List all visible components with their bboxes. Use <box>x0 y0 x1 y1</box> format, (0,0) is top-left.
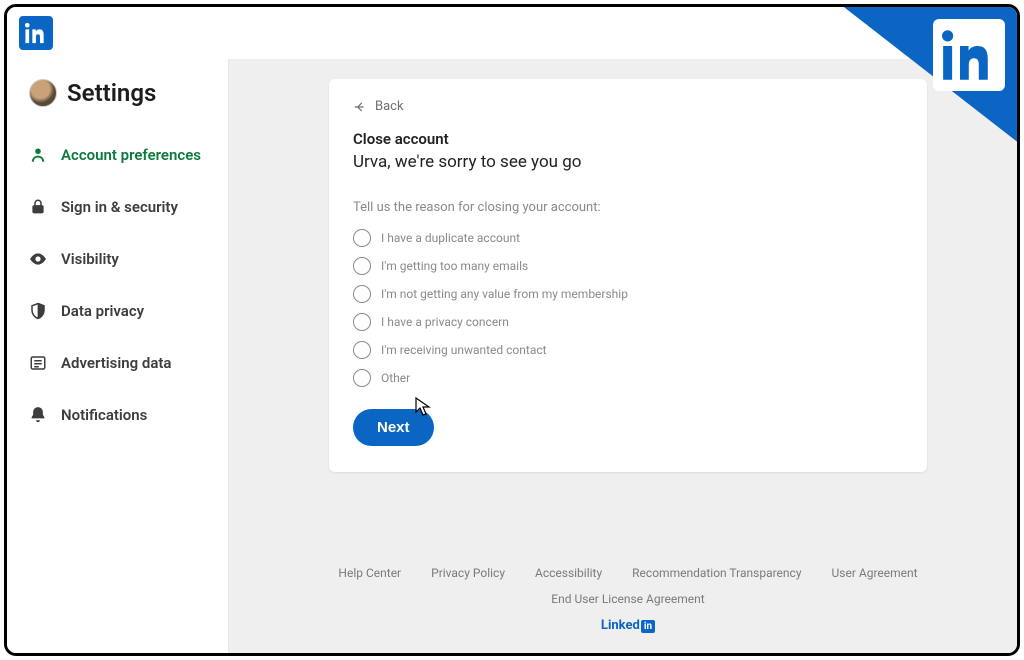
reason-options: I have a duplicate account I'm getting t… <box>353 229 903 387</box>
footer-link-recommendation-transparency[interactable]: Recommendation Transparency <box>632 566 801 580</box>
footer-brand-text: Linked <box>601 618 640 633</box>
sidebar-header: Settings <box>7 71 228 129</box>
reason-option-emails[interactable]: I'm getting too many emails <box>353 257 903 275</box>
radio-icon <box>353 229 371 247</box>
radio-icon <box>353 285 371 303</box>
reason-option-no-value[interactable]: I'm not getting any value from my member… <box>353 285 903 303</box>
option-label: I have a privacy concern <box>381 315 509 329</box>
footer-linkedin-logo: Linkedin <box>329 618 927 633</box>
footer-link-eula[interactable]: End User License Agreement <box>551 592 704 606</box>
close-account-card: Back Close account Urva, we're sorry to … <box>329 79 927 472</box>
option-label: Other <box>381 371 410 385</box>
sidebar-item-label: Advertising data <box>61 354 172 372</box>
app-frame: Settings Account preferences Sign in & s… <box>4 4 1020 656</box>
lock-icon <box>29 198 47 216</box>
sidebar-item-sign-in-security[interactable]: Sign in & security <box>7 181 228 233</box>
top-bar <box>7 7 1017 59</box>
reason-option-unwanted-contact[interactable]: I'm receiving unwanted contact <box>353 341 903 359</box>
next-button[interactable]: Next <box>353 409 434 446</box>
sidebar-item-visibility[interactable]: Visibility <box>7 233 228 285</box>
back-button[interactable]: Back <box>353 99 404 114</box>
option-label: I have a duplicate account <box>381 231 520 245</box>
footer-links-row-1: Help Center Privacy Policy Accessibility… <box>329 566 927 580</box>
sidebar-item-label: Account preferences <box>61 146 201 164</box>
main-content: Back Close account Urva, we're sorry to … <box>229 59 1017 653</box>
sidebar-item-notifications[interactable]: Notifications <box>7 389 228 441</box>
eye-icon <box>29 250 47 268</box>
arrow-left-icon <box>353 100 367 114</box>
option-label: I'm not getting any value from my member… <box>381 287 628 301</box>
footer-link-privacy-policy[interactable]: Privacy Policy <box>431 566 505 580</box>
card-title: Close account <box>353 130 903 148</box>
bell-icon <box>29 406 47 424</box>
shield-icon <box>29 302 47 320</box>
reason-prompt: Tell us the reason for closing your acco… <box>353 200 903 215</box>
radio-icon <box>353 341 371 359</box>
radio-icon <box>353 257 371 275</box>
settings-sidebar: Settings Account preferences Sign in & s… <box>7 59 229 653</box>
sidebar-item-label: Notifications <box>61 406 147 424</box>
radio-icon <box>353 369 371 387</box>
footer-link-help-center[interactable]: Help Center <box>338 566 401 580</box>
footer-link-accessibility[interactable]: Accessibility <box>535 566 602 580</box>
reason-option-privacy[interactable]: I have a privacy concern <box>353 313 903 331</box>
avatar[interactable] <box>29 79 57 107</box>
back-label: Back <box>375 99 404 114</box>
linkedin-in-badge-icon: in <box>641 620 655 633</box>
sidebar-item-label: Visibility <box>61 250 119 268</box>
footer-link-user-agreement[interactable]: User Agreement <box>832 566 918 580</box>
sidebar-title: Settings <box>67 79 156 107</box>
sidebar-item-account-preferences[interactable]: Account preferences <box>7 129 228 181</box>
footer-links-row-2: End User License Agreement <box>329 592 927 606</box>
linkedin-logo-icon[interactable] <box>19 16 53 50</box>
option-label: I'm getting too many emails <box>381 259 528 273</box>
footer: Help Center Privacy Policy Accessibility… <box>329 536 927 643</box>
card-subtitle: Urva, we're sorry to see you go <box>353 152 903 172</box>
sidebar-nav: Account preferences Sign in & security V… <box>7 129 228 441</box>
sidebar-item-label: Sign in & security <box>61 198 178 216</box>
reason-option-duplicate[interactable]: I have a duplicate account <box>353 229 903 247</box>
sidebar-item-data-privacy[interactable]: Data privacy <box>7 285 228 337</box>
person-icon <box>29 146 47 164</box>
radio-icon <box>353 313 371 331</box>
option-label: I'm receiving unwanted contact <box>381 343 547 357</box>
reason-option-other[interactable]: Other <box>353 369 903 387</box>
sidebar-item-advertising-data[interactable]: Advertising data <box>7 337 228 389</box>
sidebar-item-label: Data privacy <box>61 302 144 320</box>
newspaper-icon <box>29 354 47 372</box>
